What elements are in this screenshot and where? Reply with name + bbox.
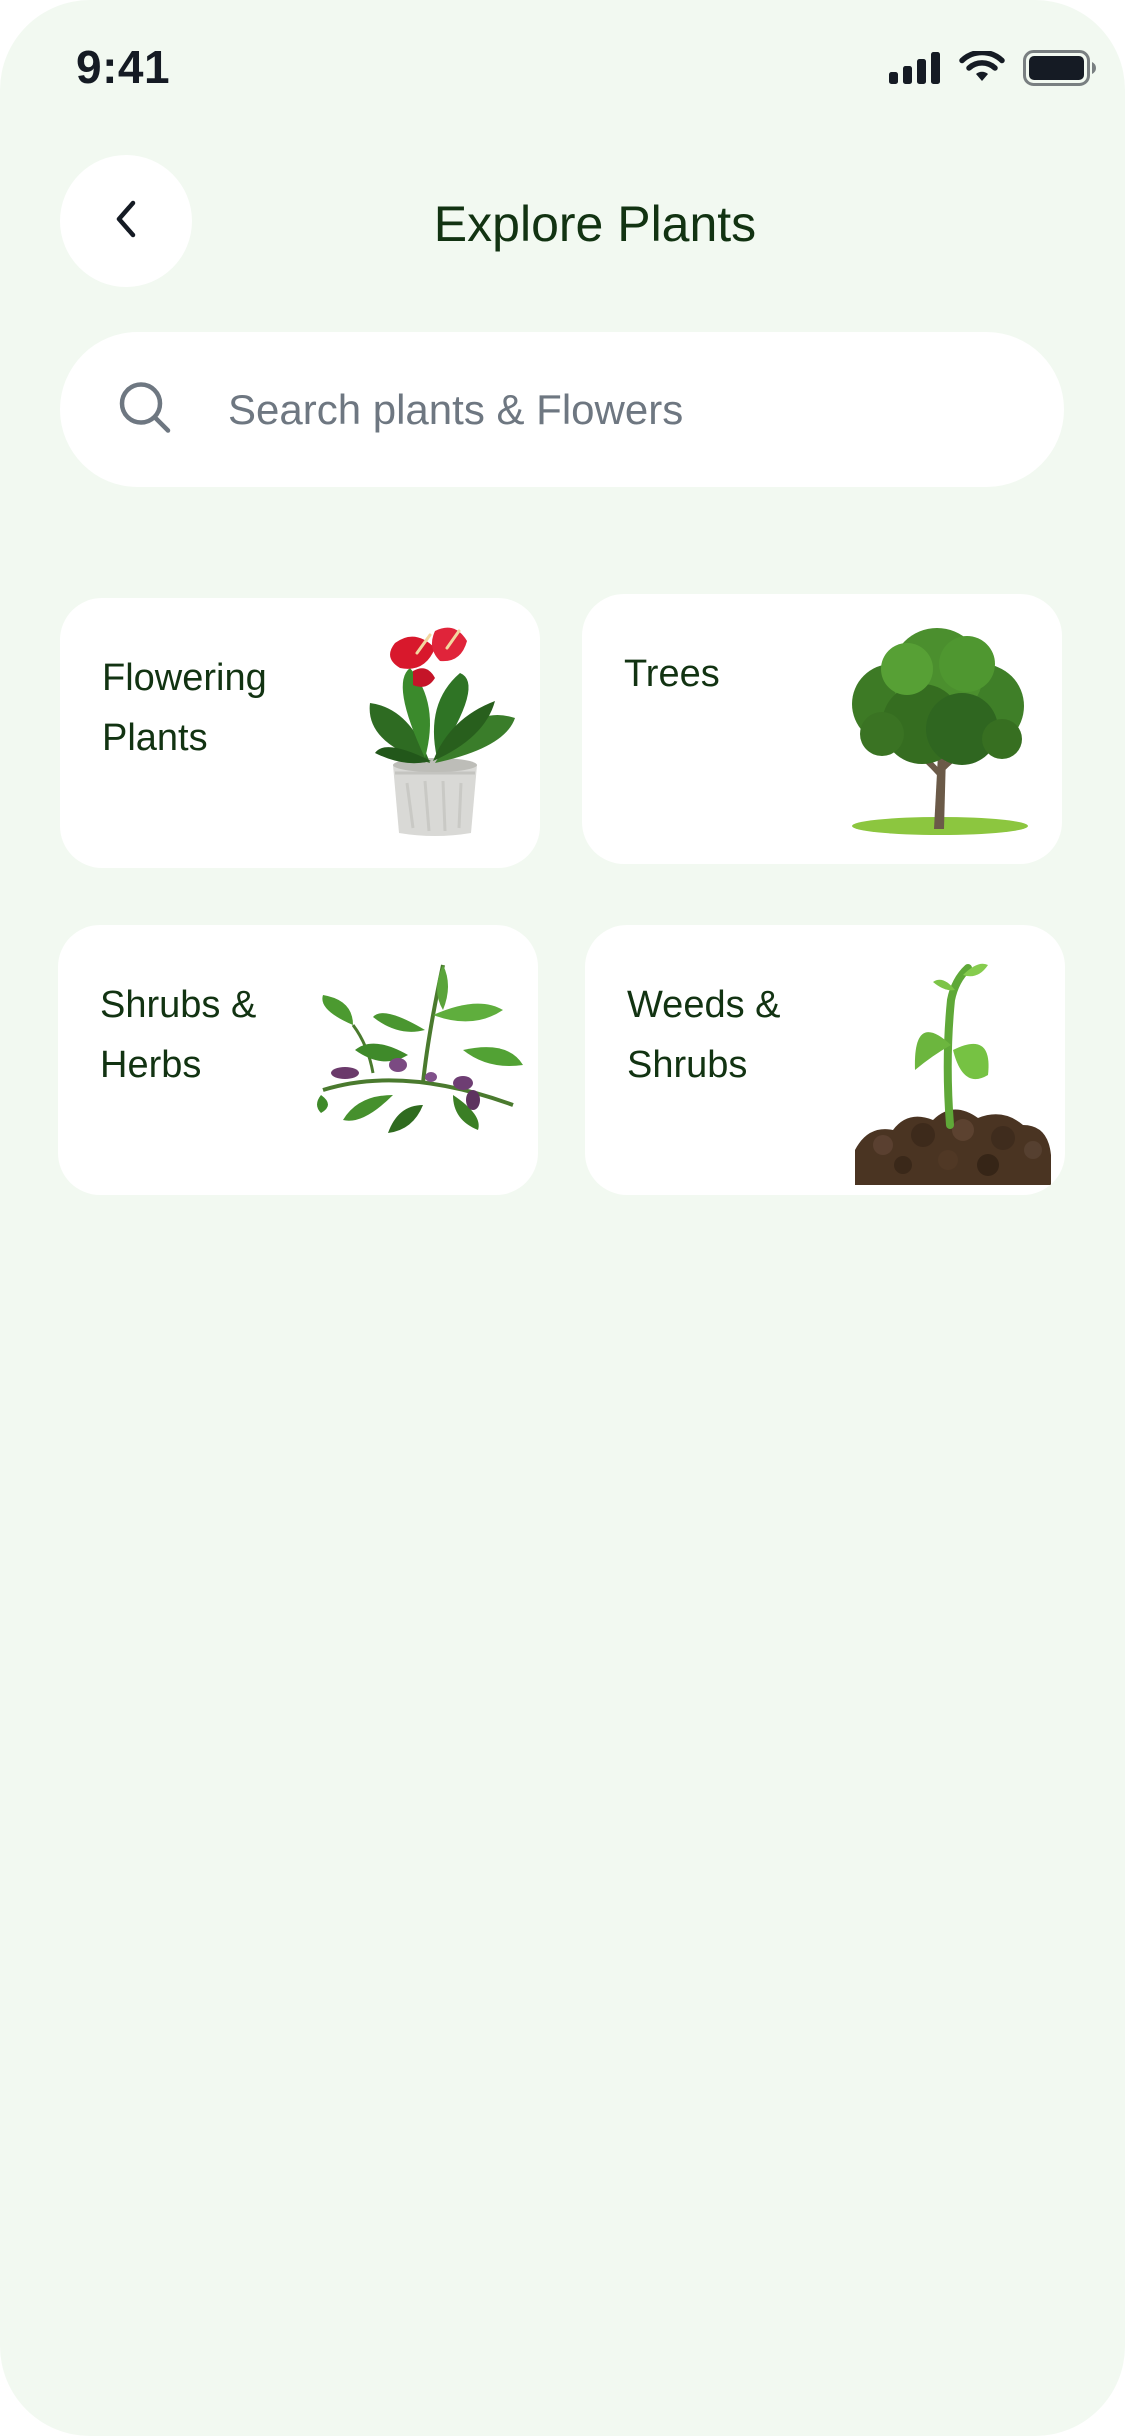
potted-anthurium-icon [369,627,515,836]
status-time: 9:41 [76,41,171,93]
search-bar[interactable] [60,332,1064,487]
battery-icon [1023,50,1097,86]
category-card-shrubs-herbs[interactable]: Shrubs & Herbs [58,925,538,1195]
category-label: Flowering Plants [102,657,267,759]
category-card-weeds-shrubs[interactable]: Weeds & Shrubs [585,925,1065,1195]
header: Explore Plants [0,155,1125,290]
wifi-icon [959,51,1005,85]
status-bar: 9:41 [0,0,1125,140]
search-icon [117,379,173,440]
tree-icon [852,628,1028,835]
category-card-flowering-plants[interactable]: Flowering Plants [60,598,540,868]
status-icons [889,48,1097,88]
category-card-trees[interactable]: Trees [582,594,1062,864]
app-screen: 9:41 Explore Plants Search plants & Flow… [0,0,1125,2436]
herb-branch-icon [317,964,523,1133]
cellular-signal-icon [889,52,941,84]
page-title: Explore Plants [433,196,757,252]
sprout-in-soil-icon [855,963,1051,1185]
search-input[interactable] [228,372,1008,447]
category-label: Weeds & Shrubs [627,984,781,1086]
